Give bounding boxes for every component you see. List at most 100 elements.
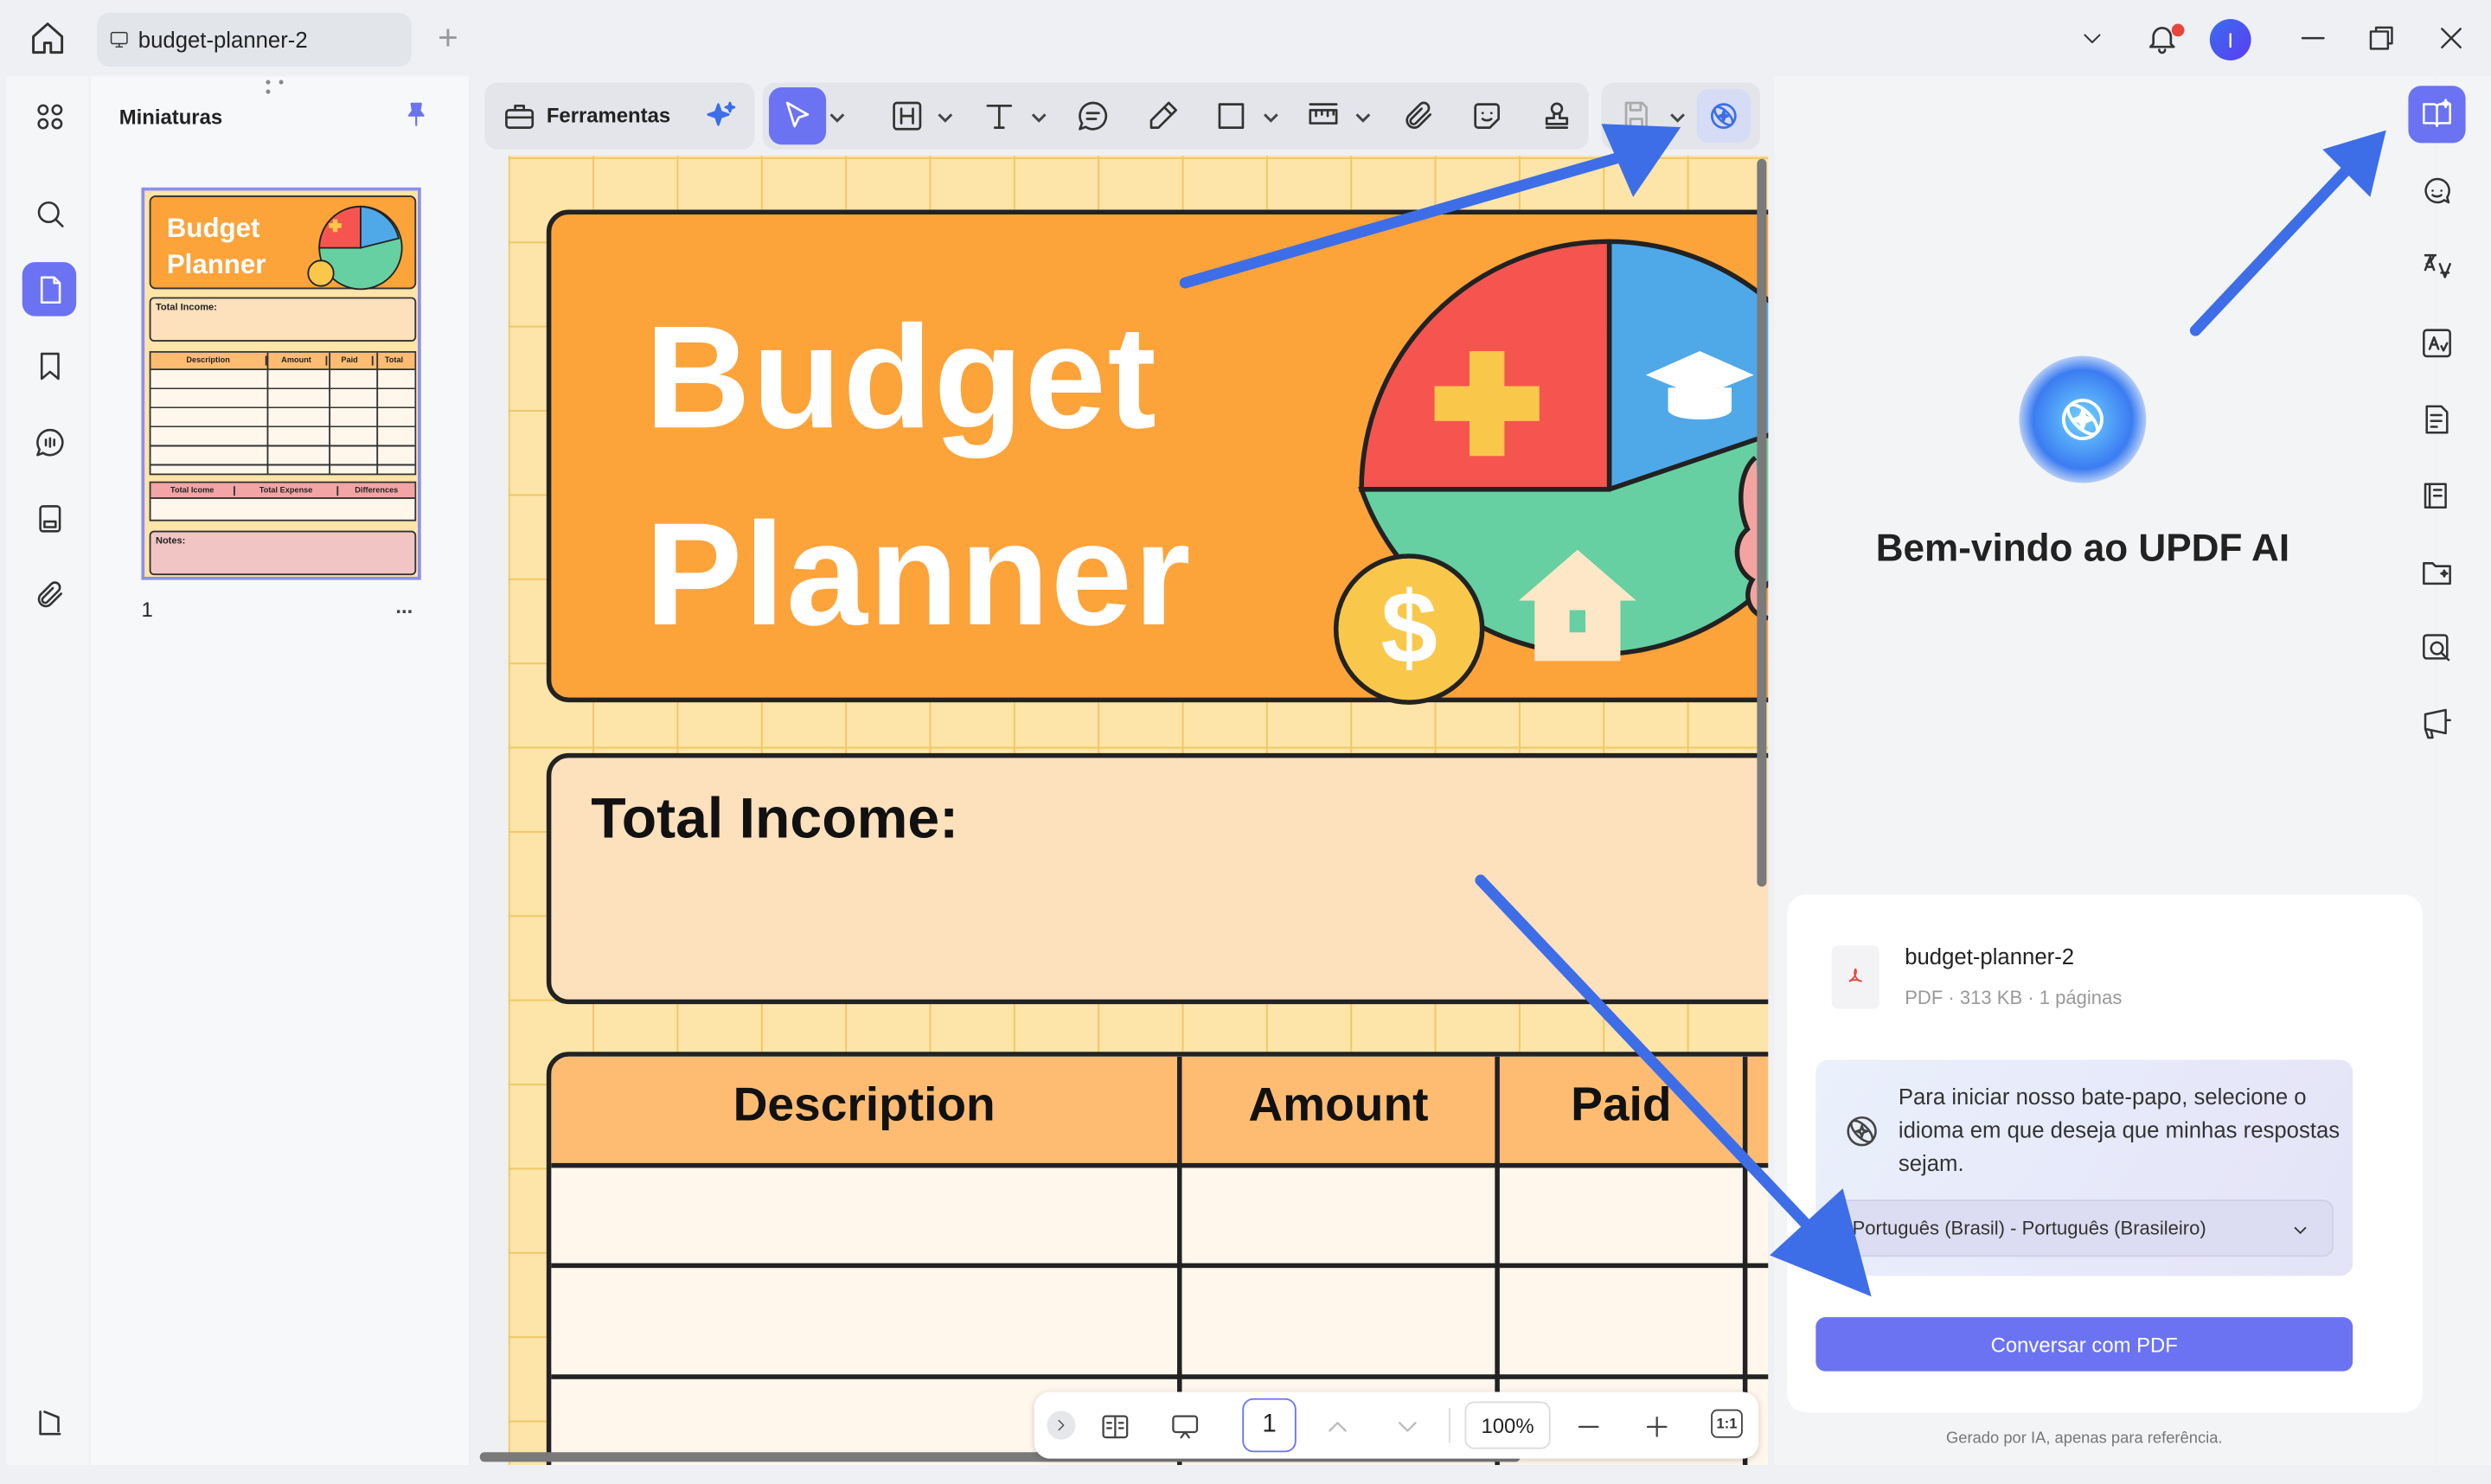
- mini-income: Total Income:: [149, 297, 417, 342]
- monitor-icon: [110, 30, 129, 49]
- measure-tool-icon[interactable]: [1304, 93, 1342, 140]
- pdf-page-view[interactable]: Budget Planner $ Total Income: Descripti…: [508, 156, 1769, 1465]
- total-income-label: Total Income:: [591, 784, 959, 850]
- mini-differences: Differences: [355, 485, 399, 496]
- translate-icon[interactable]: [2408, 239, 2465, 296]
- chevron-down-icon[interactable]: [1031, 105, 1047, 123]
- ai-chat-card: budget-planner-2 PDF · 313 KB · 1 página…: [1787, 894, 2423, 1413]
- attachment-icon[interactable]: [22, 567, 76, 621]
- search-ai-icon[interactable]: [2408, 620, 2465, 677]
- panel-title: Miniaturas: [118, 105, 223, 129]
- title-line-1: Budget: [644, 297, 1158, 459]
- mini-notes: Notes:: [149, 530, 417, 576]
- next-page-icon[interactable]: [1392, 1404, 1424, 1449]
- reader-icon[interactable]: [2408, 467, 2465, 524]
- pages-icon[interactable]: [22, 262, 77, 317]
- zoom-level[interactable]: 100%: [1464, 1401, 1551, 1449]
- updf-ai-icon[interactable]: [1696, 88, 1751, 144]
- stamp-tool-icon[interactable]: [1538, 93, 1576, 140]
- chevron-down-icon[interactable]: [1355, 105, 1371, 123]
- ai-welcome-title: Bem-vindo ao UPDF AI: [1875, 527, 2290, 571]
- expand-icon[interactable]: [1047, 1410, 1076, 1440]
- pdf-file-icon: [1831, 945, 1879, 1009]
- mini-col-total: Total: [384, 355, 404, 366]
- save-icon[interactable]: [1617, 93, 1655, 140]
- mini-col-description: Description: [150, 355, 267, 366]
- page-number-input[interactable]: 1: [1242, 1398, 1297, 1453]
- ai-file-meta: PDF · 313 KB · 1 páginas: [1905, 986, 2123, 1009]
- presentation-icon[interactable]: [1164, 1404, 1206, 1449]
- pin-icon[interactable]: [402, 99, 431, 131]
- note-tool-icon[interactable]: [1074, 93, 1112, 140]
- ai-disclaimer: Gerado por IA, apenas para referência.: [1945, 1430, 2223, 1448]
- chevron-down-icon[interactable]: [829, 105, 845, 123]
- chat-with-pdf-button[interactable]: Conversar com PDF: [1815, 1317, 2353, 1372]
- mini-col-paid: Paid: [327, 355, 374, 366]
- user-avatar[interactable]: I: [2209, 19, 2251, 61]
- thumbnail-page-number: 1: [141, 597, 153, 622]
- rectangle-tool-icon[interactable]: [1212, 93, 1250, 140]
- tab-title: budget-planner-2: [138, 27, 308, 53]
- page-thumbnail[interactable]: Budget Planner Total Income: Description…: [141, 187, 421, 580]
- sticker-tool-icon[interactable]: [1468, 93, 1506, 140]
- zoom-out-icon[interactable]: [1571, 1404, 1605, 1449]
- drag-handle[interactable]: • • •: [266, 75, 298, 100]
- present-icon[interactable]: [2408, 696, 2465, 753]
- mini-total-expense: Total Expense: [235, 485, 339, 496]
- layers-icon[interactable]: [22, 1395, 76, 1449]
- chevron-down-icon[interactable]: [1263, 105, 1278, 123]
- restore-icon[interactable]: [2366, 22, 2398, 54]
- chevron-down-icon[interactable]: [2079, 25, 2104, 50]
- document-title: Budget Planner: [645, 279, 1193, 674]
- language-select-value: Português (Brasil) - Português (Brasilei…: [1852, 1217, 2206, 1240]
- document-tab[interactable]: budget-planner-2: [97, 12, 412, 67]
- previous-page-icon[interactable]: [1322, 1404, 1354, 1449]
- mini-banner: Budget Planner: [149, 195, 417, 291]
- text-tool-icon[interactable]: [980, 93, 1018, 140]
- pen-tool-icon[interactable]: [1143, 93, 1181, 140]
- mini-total-income: Total Icome: [150, 485, 235, 496]
- language-prompt-box: Para iniciar nosso bate-papo, selecione …: [1815, 1059, 2353, 1276]
- vertical-scrollbar[interactable]: [1757, 158, 1767, 887]
- ai-chat-book-icon[interactable]: [2408, 86, 2466, 144]
- actual-size-button[interactable]: 1:1: [1711, 1409, 1743, 1438]
- ocr-icon[interactable]: [2408, 315, 2465, 372]
- select-tool-icon[interactable]: [768, 87, 827, 145]
- chevron-down-icon: [2294, 1226, 2307, 1235]
- comment-icon[interactable]: [22, 415, 76, 469]
- bookmark-icon[interactable]: [22, 338, 76, 392]
- dollar-symbol: $: [1380, 570, 1438, 685]
- mini-pie-icon: [307, 205, 403, 291]
- two-page-view-icon[interactable]: [1096, 1404, 1134, 1449]
- stamp-icon[interactable]: [22, 491, 76, 545]
- close-icon[interactable]: [2436, 22, 2468, 54]
- toolbox-icon[interactable]: [501, 93, 539, 140]
- new-tab-button[interactable]: +: [432, 18, 464, 57]
- search-icon[interactable]: [22, 186, 76, 240]
- ai-chat-bot-icon[interactable]: [2408, 162, 2465, 219]
- ai-assistant-panel: Bem-vindo ao UPDF AI budget-planner-2 PD…: [1774, 76, 2436, 1465]
- apps-icon[interactable]: [22, 89, 76, 143]
- thumbnail-more-button[interactable]: ...: [395, 594, 413, 618]
- attach-tool-icon[interactable]: [1399, 93, 1438, 140]
- notification-dot: [2171, 23, 2185, 37]
- chevron-down-icon[interactable]: [938, 105, 953, 123]
- zoom-in-icon[interactable]: [1639, 1404, 1674, 1449]
- folder-ai-icon[interactable]: [2408, 543, 2465, 600]
- ai-assistant-icon: [1841, 1110, 1883, 1152]
- chevron-down-icon[interactable]: [1669, 105, 1685, 123]
- mini-table: Description Amount Paid Total: [149, 351, 417, 476]
- title-line-2: Planner: [644, 494, 1193, 656]
- col-description: Description: [733, 1078, 996, 1132]
- summarize-icon[interactable]: [2408, 391, 2465, 448]
- tools-label[interactable]: Ferramentas: [547, 103, 670, 127]
- heading-tool-icon[interactable]: [888, 93, 926, 140]
- updf-ai-logo-icon: [2019, 355, 2147, 483]
- mini-totals: Total Icome Total Expense Differences: [149, 481, 417, 521]
- ai-sparkle-icon[interactable]: [701, 93, 742, 140]
- home-icon[interactable]: [29, 19, 67, 57]
- thumbnail-panel: • • • Miniaturas Budget Planner Total In…: [90, 75, 469, 1465]
- language-select[interactable]: Português (Brasil) - Português (Brasilei…: [1835, 1199, 2334, 1257]
- minimize-icon[interactable]: [2297, 22, 2329, 54]
- ai-file-name: budget-planner-2: [1905, 943, 2075, 969]
